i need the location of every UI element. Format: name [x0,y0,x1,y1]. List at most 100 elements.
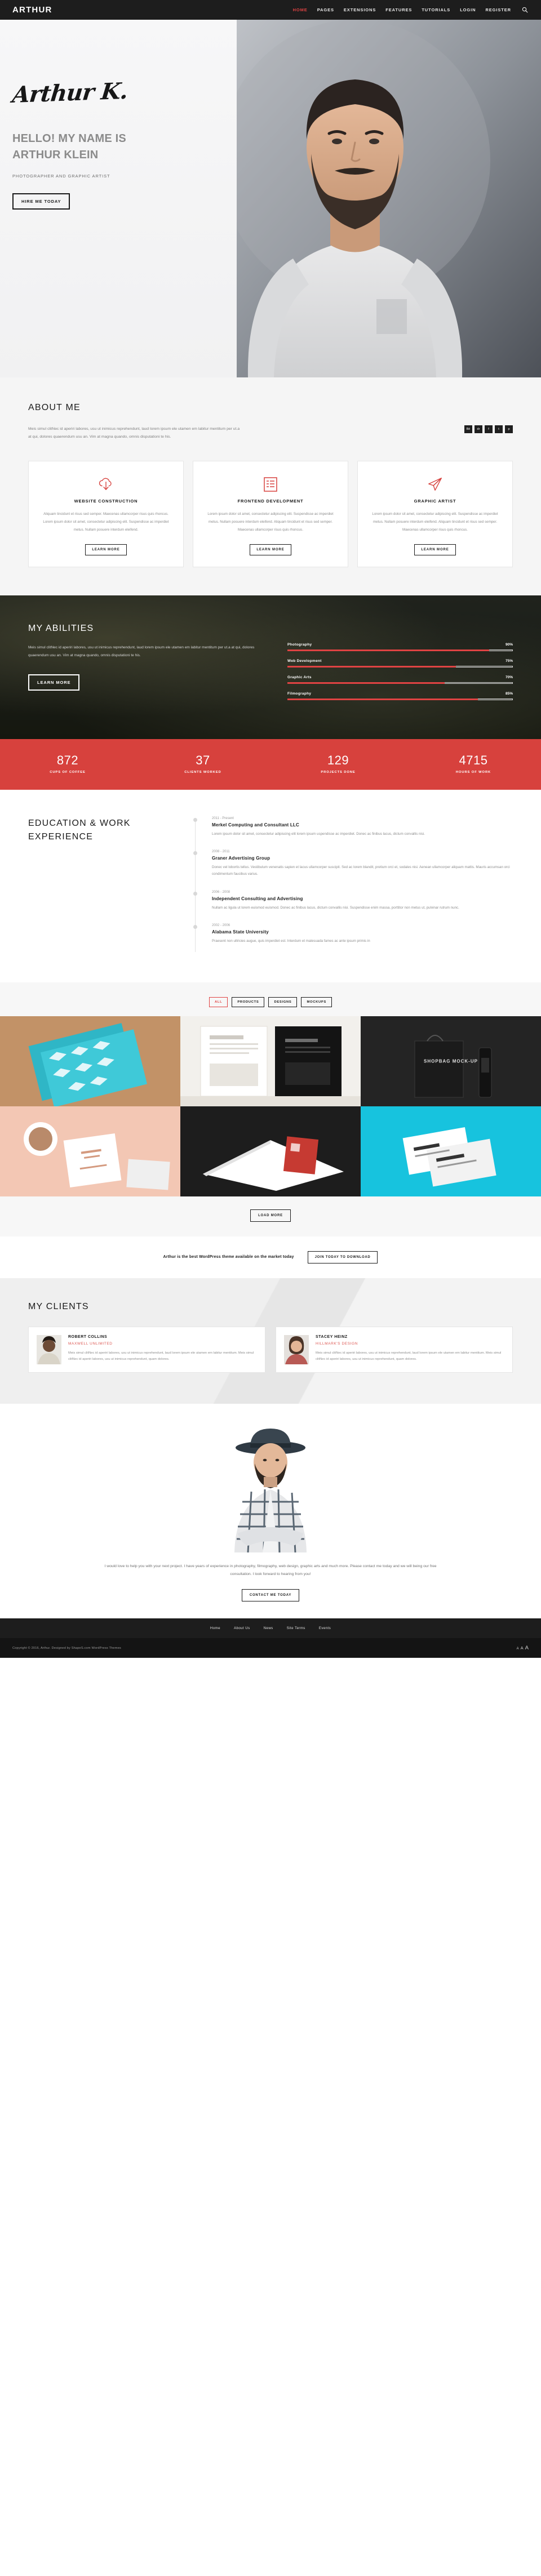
client-name: STACEY HEINZ [316,1334,348,1339]
contact-me-button[interactable]: CONTACT ME TODAY [241,1589,300,1602]
font-size-large-button[interactable]: A [525,1645,529,1651]
about-section: ABOUT ME Meis simul clitNec id aperiri l… [0,377,541,596]
client-photo-stacey [284,1334,309,1364]
skill-percent: 85% [505,692,513,696]
learn-more-button-2[interactable]: LEARN MORE [250,544,291,556]
load-more-wrapper: LOAD MORE [0,1196,541,1236]
portfolio-tile-coffee-cup-branding[interactable] [0,1106,180,1196]
service-card-graphic-artist: GRAPHIC ARTIST Lorem ipsum dolor sit ame… [357,460,513,568]
load-more-button[interactable]: LOAD MORE [250,1209,291,1222]
about-paragraph: Meis simul clitNec id aperiri labores, u… [28,427,240,439]
service-card-title: GRAPHIC ARTIST [414,498,456,504]
learn-more-button-3[interactable]: LEARN MORE [414,544,456,556]
filter-all[interactable]: ALL [209,996,228,1007]
client-company: MAXWELL UNLIMITED [68,1341,113,1346]
nav-item-login[interactable]: LOGIN [460,7,476,12]
timeline-description: Nullam ac ligula ut lorem euismod euismo… [212,905,459,910]
skill-percent: 70% [505,675,513,680]
skill-photography: Photography 90% [287,643,513,652]
client-card-stacey-heinz: STACEY HEINZ HILLMARK'S DESIGN Meis simu… [276,1326,513,1373]
clients-section: MY CLIENTS ROBERT COLLINS MAXWELL UNLIMI… [0,1278,541,1404]
timeline-item: 2006 - 2008 Independent Consulting and A… [193,891,513,911]
filter-designs[interactable]: DESIGNS [268,996,298,1007]
skill-bar-fill [287,649,490,652]
counter-number: 4715 [459,753,488,768]
counter-number: 129 [327,753,349,768]
portfolio-tile-notebooks-geometric-pattern[interactable] [0,1016,180,1106]
contact-portrait [0,1423,541,1552]
hero-signature: Arthur K. [11,77,129,108]
portfolio-tile-red-notebook-mockup[interactable] [180,1106,361,1196]
nav-item-tutorials[interactable]: TUTORIALS [422,7,450,12]
client-photo-robert [37,1334,61,1364]
nav-item-features[interactable]: FEATURES [385,7,412,12]
nav-item-pages[interactable]: PAGES [317,7,334,12]
copyright-text: Copyright © 2016, Arthur. Designed by Sh… [12,1646,121,1650]
join-today-button[interactable]: JOIN TODAY TO DOWNLOAD [307,1251,378,1263]
skill-filmography: Filmography 85% [287,692,513,701]
portfolio-tile-shopping-bag-mockup[interactable]: SHOPBAG MOCK-UP [361,1016,541,1106]
font-size-small-button[interactable]: A [517,1647,519,1650]
skill-bars: Photography 90% Web Development 75% Grap… [287,624,513,708]
filter-products[interactable]: PRODUCTS [232,996,265,1007]
learn-more-button-1[interactable]: LEARN MORE [85,544,127,556]
timeline-date: 2011 - Present [212,816,234,820]
hire-me-button[interactable]: HIRE ME TODAY [12,193,70,210]
paper-plane-icon [368,475,502,494]
nav-item-register[interactable]: REGISTER [485,7,511,12]
counter-label: PROJECTS DONE [321,770,356,774]
portfolio-tile-business-cards-mockup[interactable] [361,1106,541,1196]
hero-portrait-photo [214,20,541,377]
cta-text: Arthur is the best WordPress theme avail… [163,1255,294,1260]
font-size-medium-button[interactable]: A [521,1645,524,1650]
service-card-text: Lorem ipsum dolor sit amet, consectetur … [207,511,334,532]
footer-link-about-us[interactable]: About Us [234,1626,250,1630]
service-card-frontend-development: FRONTEND DEVELOPMENT Lorem ipsum dolor s… [193,460,348,568]
experience-section: EDUCATION & WORK EXPERIENCE 2011 - Prese… [0,789,541,982]
hero-text-panel: Arthur K. HELLO! MY NAME IS ARTHUR KLEIN… [0,20,237,377]
twitter-icon[interactable]: t [495,425,503,433]
abilities-paragraph: Meis simul clitNec id aperiri labores, u… [28,646,255,657]
nav-item-home[interactable]: HOME [293,7,308,12]
dribbble-icon[interactable]: dr [475,425,482,433]
timeline-item: 2002 - 2006 Alabama State University Pra… [193,924,513,945]
search-icon[interactable] [521,6,529,14]
skill-bar-track [287,682,513,684]
timeline-date: 2002 - 2006 [212,924,230,928]
about-title: ABOUT ME [28,403,81,412]
experience-title: EDUCATION & WORK EXPERIENCE [28,818,131,842]
site-logo[interactable]: ARTHUR [12,5,52,15]
counter-number: 37 [196,753,210,768]
abilities-title: MY ABILITIES [28,624,94,634]
timeline-description: Lorem ipsum dolor sit amet, consectetur … [212,831,425,836]
timeline-description: Praesent non ultricies augue, quis imper… [212,939,370,944]
abilities-learn-more-button[interactable]: LEARN MORE [28,674,80,691]
service-card-text: Lorem ipsum dolor sit amet, consectetur … [372,511,498,532]
nav-item-extensions[interactable]: EXTENSIONS [344,7,376,12]
footer-link-site-terms[interactable]: Site Terms [287,1626,305,1630]
skill-label: Photography [287,643,312,647]
counter-number: 872 [56,753,79,768]
counter-hours-of-work: 4715 HOURS OF WORK [406,753,541,774]
footer-link-events[interactable]: Events [319,1626,331,1630]
facebook-icon[interactable]: f [485,425,493,433]
pinterest-icon[interactable]: p [505,425,513,433]
hero-headline-line2: ARTHUR KLEIN [12,149,99,161]
skill-bar-track [287,698,513,701]
timeline-item: 2008 - 2011 Graner Advertising Group Don… [193,850,513,878]
counter-label: CUPS OF COFFEE [50,770,86,774]
footer-link-home[interactable]: Home [210,1626,220,1630]
behance-icon[interactable]: Bē [464,425,472,433]
skill-label: Graphic Arts [287,675,312,680]
footer-link-news[interactable]: News [264,1626,273,1630]
site-header: ARTHUR HOME PAGES EXTENSIONS FEATURES TU… [0,0,541,20]
timeline-organization: Graner Advertising Group [212,855,270,861]
skill-graphic-arts: Graphic Arts 70% [287,675,513,684]
filter-mockups[interactable]: MOCKUPS [301,996,332,1007]
portfolio-tile-magazine-spread-mockup[interactable] [180,1016,361,1106]
client-testimonials: ROBERT COLLINS MAXWELL UNLIMITED Meis si… [28,1326,513,1373]
hero-headline-line1: HELLO! MY NAME IS [12,132,126,145]
service-card-website-construction: WEBSITE CONSTRUCTION Aliquam tincidunt e… [28,460,184,568]
contact-paragraph: I would love to help you with your next … [104,1564,437,1576]
list-document-icon [203,475,338,494]
